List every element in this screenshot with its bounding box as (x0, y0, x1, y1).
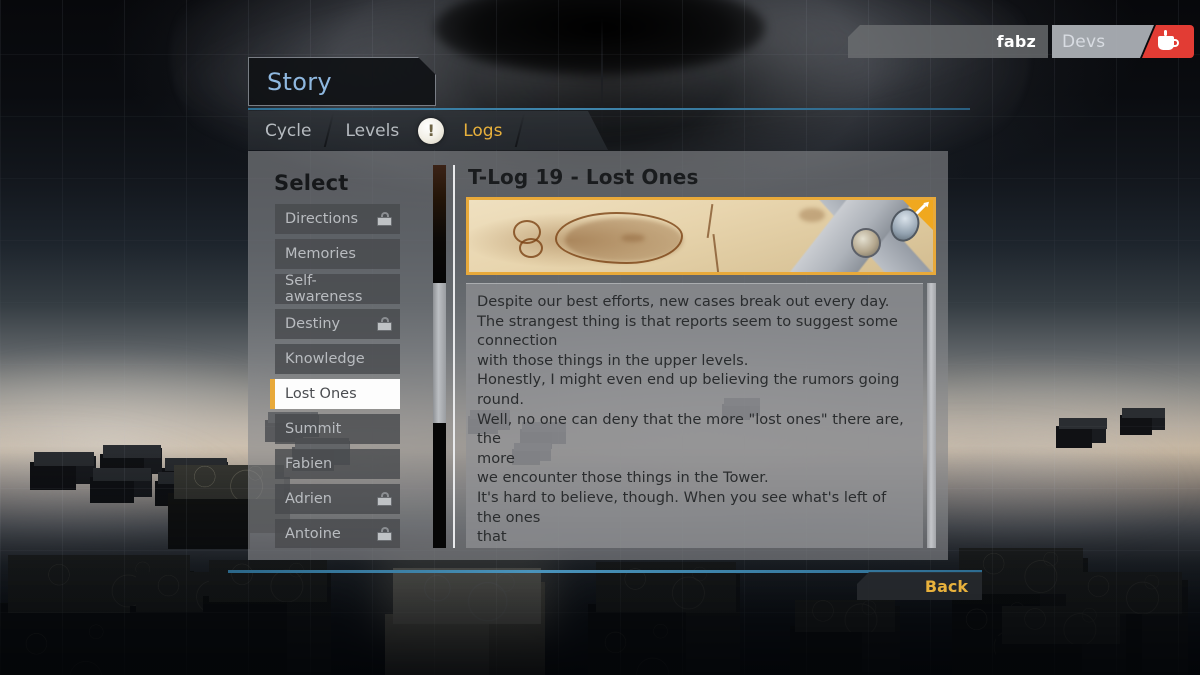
log-list-item[interactable]: Adrien (275, 484, 400, 514)
coffee-cup-icon (1157, 29, 1179, 51)
log-list-item[interactable]: Directions (275, 204, 400, 234)
tab-cycle-label: Cycle (265, 120, 312, 141)
log-list-item-label: Adrien (285, 491, 332, 507)
log-list-item[interactable]: Self-awareness (275, 273, 400, 305)
log-list: Directions Memories Self-awareness Destiny K… (262, 204, 427, 548)
username-plate: fabz (848, 25, 1048, 58)
lock-icon (377, 212, 392, 226)
column-divider (453, 165, 455, 548)
log-list-item[interactable]: Summit (275, 414, 400, 444)
select-column: Select Directions Memories Self-awareness D… (262, 165, 427, 548)
team-plate[interactable]: Devs (1052, 25, 1154, 58)
log-list-item[interactable]: Destiny (275, 309, 400, 339)
logs-panel: Select Directions Memories Self-awareness D… (248, 151, 948, 560)
log-detail-column: T-Log 19 - Lost Ones Despite our best ef… (466, 165, 936, 548)
tab-levels[interactable]: Levels (328, 111, 416, 150)
sidebar-scrollbar[interactable] (433, 165, 446, 548)
hud-bar: fabz Devs (848, 25, 1194, 58)
log-list-item-label: Fabien (285, 456, 333, 472)
log-body-scrollbar[interactable] (927, 283, 936, 548)
story-window: Story Cycle Levels ! Logs Select Directi… (248, 57, 970, 560)
log-title: T-Log 19 - Lost Ones (468, 165, 699, 189)
log-list-item-label: Summit (285, 421, 342, 437)
scrollbar-track-top (433, 165, 446, 283)
scrollbar-thumb[interactable] (433, 283, 446, 423)
tab-logs-label: Logs (463, 120, 503, 141)
lock-icon (377, 317, 392, 331)
log-body: Despite our best efforts, new cases brea… (466, 283, 923, 548)
log-body-wrapper: Despite our best efforts, new cases brea… (466, 283, 936, 548)
tab-bar: Cycle Levels ! Logs (248, 111, 608, 150)
log-list-item-label: Knowledge (285, 351, 365, 367)
tab-cycle[interactable]: Cycle (248, 111, 328, 150)
scrollbar-track-bottom (433, 423, 446, 548)
log-illustration[interactable] (466, 197, 936, 275)
alert-exclamation-icon[interactable]: ! (418, 118, 444, 144)
tab-logs[interactable]: Logs (446, 111, 519, 150)
log-list-item[interactable]: Lost Ones (270, 379, 400, 409)
log-list-item-label: Lost Ones (285, 386, 357, 402)
log-list-item[interactable]: Antoine (275, 519, 400, 548)
log-list-item[interactable]: Fabien (275, 449, 400, 479)
alert-badge-label: ! (427, 120, 435, 140)
back-button[interactable]: Back (857, 572, 982, 600)
log-list-item-label: Memories (285, 246, 356, 262)
log-list-item[interactable]: Knowledge (275, 344, 400, 374)
back-button-label: Back (924, 576, 968, 596)
log-body-text: Despite our best efforts, new cases brea… (477, 293, 904, 548)
window-title-tab: Story (248, 57, 436, 106)
tab-levels-label: Levels (345, 120, 400, 141)
log-list-item-label: Antoine (285, 526, 341, 542)
log-list-item[interactable]: Memories (275, 239, 400, 269)
lock-icon (377, 527, 392, 541)
select-heading: Select (274, 171, 349, 195)
pencil-icon (914, 203, 927, 216)
tab-separator (515, 113, 525, 147)
lens-part (851, 228, 881, 258)
team-label: Devs (1062, 31, 1106, 52)
log-list-item-label: Self-awareness (285, 273, 363, 305)
username-label: fabz (996, 32, 1036, 51)
title-underline (248, 108, 970, 110)
log-list-item-label: Destiny (285, 316, 341, 332)
lock-icon (377, 492, 392, 506)
log-list-item-label: Directions (285, 211, 359, 227)
page-title: Story (267, 67, 332, 96)
scrollbar-thumb[interactable] (927, 283, 936, 548)
